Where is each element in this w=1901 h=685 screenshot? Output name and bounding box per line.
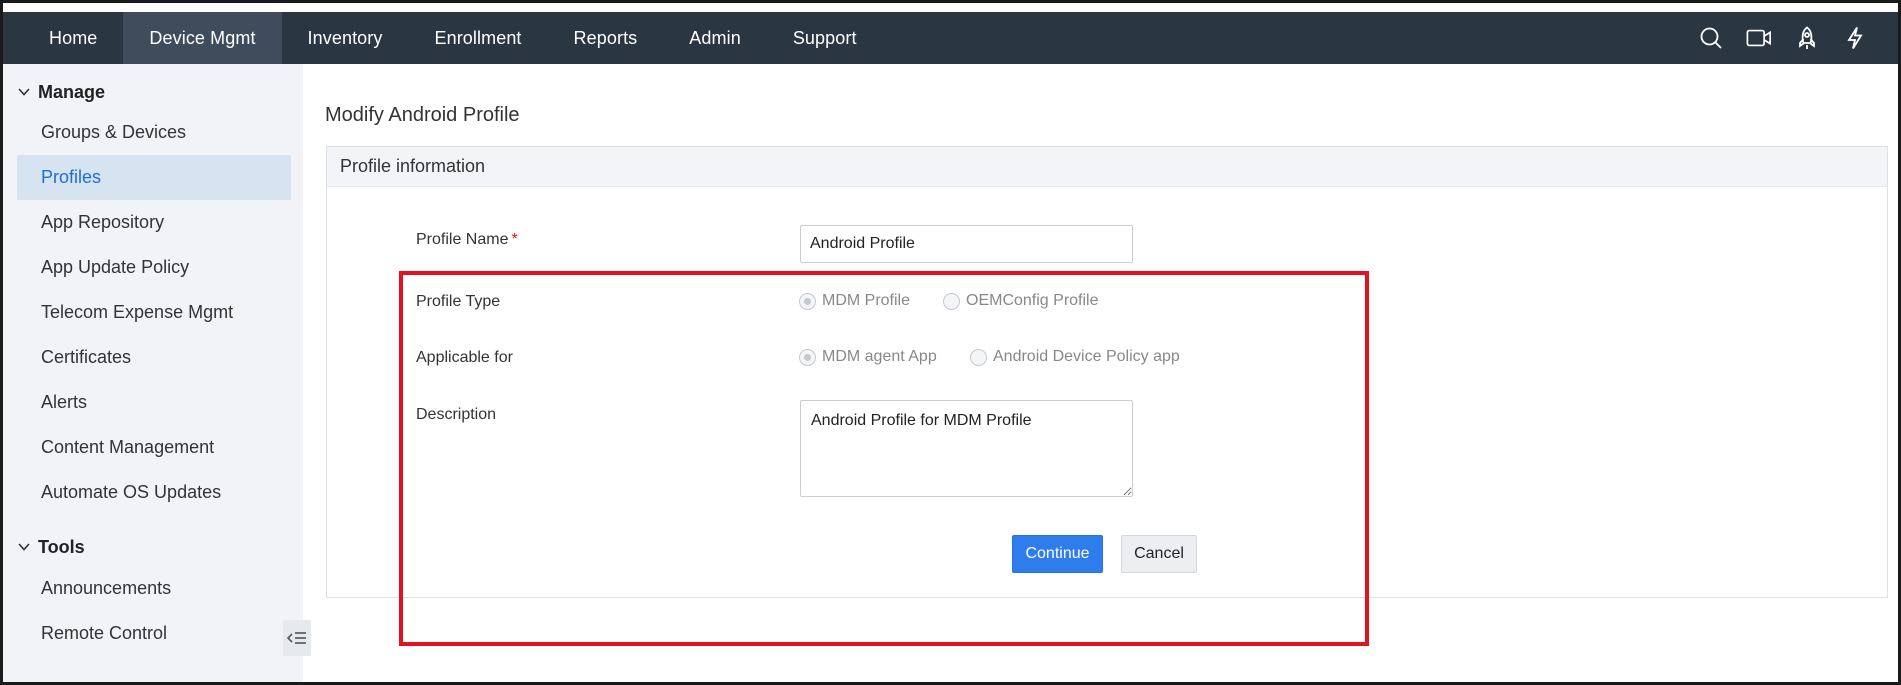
header-actions — [1698, 25, 1898, 51]
radio-label: OEMConfig Profile — [966, 292, 1099, 309]
radio-button — [799, 348, 816, 366]
nav-device-mgmt[interactable]: Device Mgmt — [123, 12, 282, 64]
chevron-down-icon — [18, 543, 30, 551]
main-nav: Home Device Mgmt Inventory Enrollment Re… — [3, 12, 883, 64]
top-nav-bar: Home Device Mgmt Inventory Enrollment Re… — [3, 12, 1898, 64]
sidebar-item-profiles[interactable]: Profiles — [17, 155, 291, 200]
radio-label: MDM agent App — [822, 348, 937, 365]
sidebar-item-certificates[interactable]: Certificates — [17, 335, 291, 380]
sidebar-item-announcements[interactable]: Announcements — [17, 566, 291, 611]
profile-type-label: Profile Type — [416, 293, 501, 310]
profile-name-label-text: Profile Name — [416, 231, 509, 248]
radio-label: Android Device Policy app — [993, 348, 1180, 365]
radio-button — [799, 292, 816, 310]
sidebar-section-tools[interactable]: Tools — [3, 533, 303, 561]
radio-mdm-profile[interactable]: MDM Profile — [799, 292, 910, 310]
sidebar-collapse-button[interactable] — [283, 620, 311, 656]
sidebar-item-automate-os-updates[interactable]: Automate OS Updates — [17, 470, 291, 515]
sidebar: Manage Groups & Devices Profiles App Rep… — [3, 64, 303, 682]
profile-panel: Profile information Profile Name* Profil… — [326, 146, 1888, 646]
nav-admin[interactable]: Admin — [663, 12, 767, 64]
app-window: Home Device Mgmt Inventory Enrollment Re… — [3, 3, 1898, 682]
description-textarea[interactable]: Android Profile for MDM Profile — [800, 400, 1133, 497]
main-content: Modify Android Profile Profile informati… — [321, 64, 1898, 682]
sidebar-item-alerts[interactable]: Alerts — [17, 380, 291, 425]
search-icon[interactable] — [1698, 25, 1724, 51]
continue-button[interactable]: Continue — [1012, 535, 1103, 573]
nav-enrollment[interactable]: Enrollment — [409, 12, 548, 64]
rocket-icon[interactable] — [1794, 25, 1820, 51]
sidebar-section-label: Tools — [38, 536, 85, 557]
radio-mdm-agent-app[interactable]: MDM agent App — [799, 348, 937, 366]
sidebar-item-groups-devices[interactable]: Groups & Devices — [17, 110, 291, 155]
lightning-icon[interactable] — [1842, 25, 1868, 51]
profile-name-label: Profile Name * — [416, 231, 518, 249]
applicable-for-label: Applicable for — [416, 349, 513, 366]
radio-oemconfig-profile[interactable]: OEMConfig Profile — [943, 292, 1099, 310]
sidebar-item-telecom-expense[interactable]: Telecom Expense Mgmt — [17, 290, 291, 335]
chevron-down-icon — [18, 88, 30, 96]
required-mark: * — [511, 231, 518, 248]
video-icon[interactable] — [1746, 25, 1772, 51]
panel-title: Profile information — [327, 147, 1887, 187]
radio-label: MDM Profile — [822, 292, 911, 309]
sidebar-item-app-update-policy[interactable]: App Update Policy — [17, 245, 291, 290]
nav-reports[interactable]: Reports — [548, 12, 664, 64]
radio-button — [970, 348, 987, 366]
sidebar-item-app-repository[interactable]: App Repository — [17, 200, 291, 245]
profile-name-input[interactable] — [800, 225, 1133, 263]
top-strip — [3, 3, 1898, 12]
sidebar-item-content-management[interactable]: Content Management — [17, 425, 291, 470]
sidebar-section-label: Manage — [38, 81, 106, 102]
nav-home[interactable]: Home — [23, 12, 123, 64]
sidebar-item-remote-control[interactable]: Remote Control — [17, 611, 291, 656]
collapse-menu-icon — [286, 632, 306, 644]
radio-button — [943, 292, 960, 310]
page-title: Modify Android Profile — [325, 104, 520, 126]
sidebar-section-manage[interactable]: Manage — [3, 78, 303, 106]
nav-inventory[interactable]: Inventory — [282, 12, 409, 64]
cancel-button[interactable]: Cancel — [1121, 535, 1197, 573]
nav-support[interactable]: Support — [767, 12, 883, 64]
radio-android-device-policy[interactable]: Android Device Policy app — [970, 348, 1180, 366]
description-label: Description — [416, 406, 497, 423]
